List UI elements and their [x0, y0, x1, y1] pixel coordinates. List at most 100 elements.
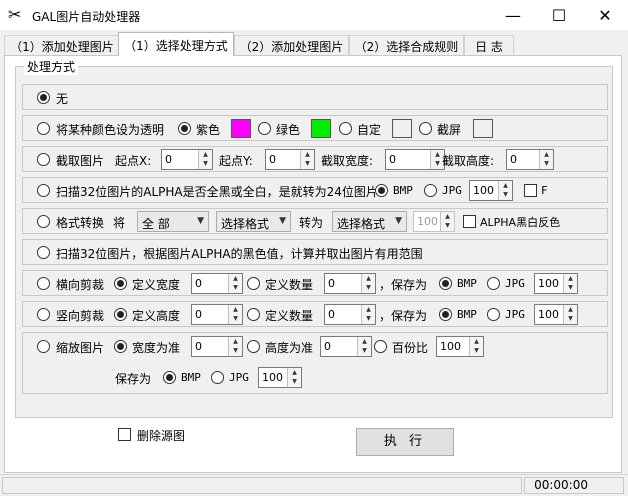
radio-vcut-count[interactable] — [247, 308, 260, 321]
row-alpha-range: 扫描32位图片，根据图片ALPHA的黑色值，计算并取出图片有用范围 — [22, 239, 608, 265]
radio-crop[interactable] — [37, 153, 50, 166]
radio-green[interactable] — [258, 122, 271, 135]
label-green: 绿色 — [276, 123, 301, 137]
radio-hcut-width[interactable] — [114, 277, 127, 290]
radio-vcut[interactable] — [37, 308, 50, 321]
radio-scale-width[interactable] — [114, 340, 127, 353]
label-scale: 缩放图片 — [56, 341, 105, 355]
scale-height-spinner[interactable]: 0 ▲ ▼ — [320, 336, 372, 357]
start-y-spinner[interactable]: 0 ▲ ▼ — [265, 149, 315, 170]
target-format-select[interactable]: 选择格式 ▼ — [332, 211, 407, 232]
radio-transparent[interactable] — [37, 122, 50, 135]
label-alpha-invert: ALPHA黑白反色 — [480, 216, 561, 229]
title-bar: ✂ GAL图片自动处理器 — ☐ ✕ — [0, 0, 628, 30]
scale-width-spinner[interactable]: 0 ▲ ▼ — [191, 336, 243, 357]
row-alpha-scan: 扫描32位图片的ALPHA是否全黑或全白，是就转为24位图片 BMP JPG 1… — [22, 177, 608, 203]
label-vcut-saveas: ，保存为 — [379, 309, 428, 323]
radio-hcut-bmp[interactable] — [439, 277, 452, 290]
close-button[interactable]: ✕ — [582, 0, 628, 30]
tab-compose-rules[interactable]: （2）选择合成规则 — [349, 35, 464, 55]
crop-width-spinner[interactable]: 0 ▲ ▼ — [385, 149, 445, 170]
label-scale-jpg: JPG — [229, 371, 249, 384]
radio-scale-percent[interactable] — [374, 340, 387, 353]
radio-format[interactable] — [37, 215, 50, 228]
vcut-quality-spinner[interactable]: 100 ▲ ▼ — [534, 304, 578, 325]
label-scale-saveas: 保存为 — [115, 372, 152, 386]
start-x-spinner[interactable]: 0 ▲ ▼ — [161, 149, 213, 170]
hcut-width-spinner[interactable]: 0 ▲ ▼ — [191, 273, 243, 294]
label-scale-bmp: BMP — [181, 371, 201, 384]
label-purple: 紫色 — [196, 123, 221, 137]
label-hcut-saveas: ，保存为 — [379, 278, 428, 292]
alpha-quality-spinner[interactable]: 100 ▲ ▼ — [469, 180, 513, 201]
radio-alpha-bmp[interactable] — [375, 184, 388, 197]
checkbox-f[interactable] — [524, 184, 537, 197]
radio-none[interactable] — [37, 91, 50, 104]
label-to: 转为 — [299, 216, 324, 230]
format-quality-spinner: 100 ▲ ▼ — [413, 211, 455, 232]
label-custom: 自定 — [357, 123, 382, 137]
row-vcut: 竖向剪裁 定义高度 0 ▲ ▼ 定义数量 0 ▲ ▼ ，保存为 BMP JPG 10… — [22, 301, 608, 327]
radio-vcut-height[interactable] — [114, 308, 127, 321]
tab-add-images-2[interactable]: （2）添加处理图片 — [234, 35, 349, 55]
radio-vcut-jpg[interactable] — [487, 308, 500, 321]
label-delete-source: 删除源图 — [137, 429, 186, 443]
execute-button[interactable]: 执 行 — [356, 428, 454, 456]
label-alpha-bmp: BMP — [393, 184, 413, 197]
method-group: 处理方式 无 将某种颜色设为透明 紫色 绿色 自定 截屏 截取图片 起点X: 0… — [15, 58, 613, 418]
scale-percent-spinner[interactable]: 100 ▲ ▼ — [436, 336, 484, 357]
hcut-count-spinner[interactable]: 0 ▲ ▼ — [324, 273, 376, 294]
label-scale-width: 宽度为准 — [132, 341, 181, 355]
label-alpha-scan: 扫描32位图片的ALPHA是否全黑或全白，是就转为24位图片 — [56, 185, 378, 199]
from-format-select[interactable]: 全 部 ▼ — [137, 211, 209, 232]
radio-hcut-count[interactable] — [247, 277, 260, 290]
tab-add-images-1[interactable]: （1）添加处理图片 — [4, 35, 120, 55]
hcut-quality-spinner[interactable]: 100 ▲ ▼ — [534, 273, 578, 294]
crop-height-spinner[interactable]: 0 ▲ ▼ — [506, 149, 554, 170]
radio-scale-jpg[interactable] — [211, 371, 224, 384]
screenshot-swatch[interactable] — [473, 119, 493, 138]
source-format-select[interactable]: 选择格式 ▼ — [216, 211, 291, 232]
status-cell-main — [2, 477, 522, 494]
radio-hcut[interactable] — [37, 277, 50, 290]
label-scale-height: 高度为准 — [265, 341, 314, 355]
scissors-icon: ✂ — [8, 5, 22, 24]
label-start-x: 起点X: — [115, 154, 152, 168]
tab-log[interactable]: 日 志 — [464, 35, 514, 55]
status-time: 00:00:00 — [534, 478, 588, 492]
scale-quality-spinner[interactable]: 100 ▲ ▼ — [258, 367, 302, 388]
radio-alpha-jpg[interactable] — [424, 184, 437, 197]
row-crop: 截取图片 起点X: 0 ▲ ▼ 起点Y: 0 ▲ ▼ 截取宽度: 0 ▲ ▼ 截取高度… — [22, 146, 608, 172]
radio-alpha-range[interactable] — [37, 246, 50, 259]
checkbox-alpha-invert[interactable] — [463, 215, 476, 228]
vcut-height-spinner[interactable]: 0 ▲ ▼ — [191, 304, 243, 325]
checkbox-delete-source[interactable] — [118, 428, 131, 441]
label-vcut-jpg: JPG — [505, 308, 525, 321]
radio-scale[interactable] — [37, 340, 50, 353]
radio-vcut-bmp[interactable] — [439, 308, 452, 321]
chevron-down-icon: ▼ — [197, 216, 204, 226]
radio-screenshot[interactable] — [419, 122, 432, 135]
maximize-button[interactable]: ☐ — [536, 0, 582, 30]
row-scale: 缩放图片 宽度为准 0 ▲ ▼ 高度为准 0 ▲ ▼ 百份比 100 ▲ ▼ 保存为 … — [22, 332, 608, 394]
purple-swatch[interactable] — [231, 119, 251, 138]
chevron-down-icon: ▼ — [279, 216, 286, 226]
radio-scale-bmp[interactable] — [163, 371, 176, 384]
window-title: GAL图片自动处理器 — [32, 10, 141, 24]
radio-hcut-jpg[interactable] — [487, 277, 500, 290]
green-swatch[interactable] — [311, 119, 331, 138]
minimize-button[interactable]: — — [490, 0, 536, 30]
tab-bar: （1）添加处理图片 （1）选择处理方式 （2）添加处理图片 （2）选择合成规则 … — [0, 30, 628, 56]
radio-purple[interactable] — [178, 122, 191, 135]
label-hcut-count: 定义数量 — [265, 278, 314, 292]
custom-swatch[interactable] — [392, 119, 412, 138]
radio-scale-height[interactable] — [247, 340, 260, 353]
radio-custom[interactable] — [339, 122, 352, 135]
label-crop: 截取图片 — [56, 154, 105, 168]
label-vcut: 竖向剪裁 — [56, 309, 105, 323]
tab-select-method[interactable]: （1）选择处理方式 — [118, 32, 234, 56]
row-format: 格式转换 将 全 部 ▼ 选择格式 ▼ 转为 选择格式 ▼ 100 ▲ ▼ ALP… — [22, 208, 608, 234]
radio-alpha-scan[interactable] — [37, 184, 50, 197]
vcut-count-spinner[interactable]: 0 ▲ ▼ — [324, 304, 376, 325]
label-scale-percent: 百份比 — [392, 341, 429, 355]
